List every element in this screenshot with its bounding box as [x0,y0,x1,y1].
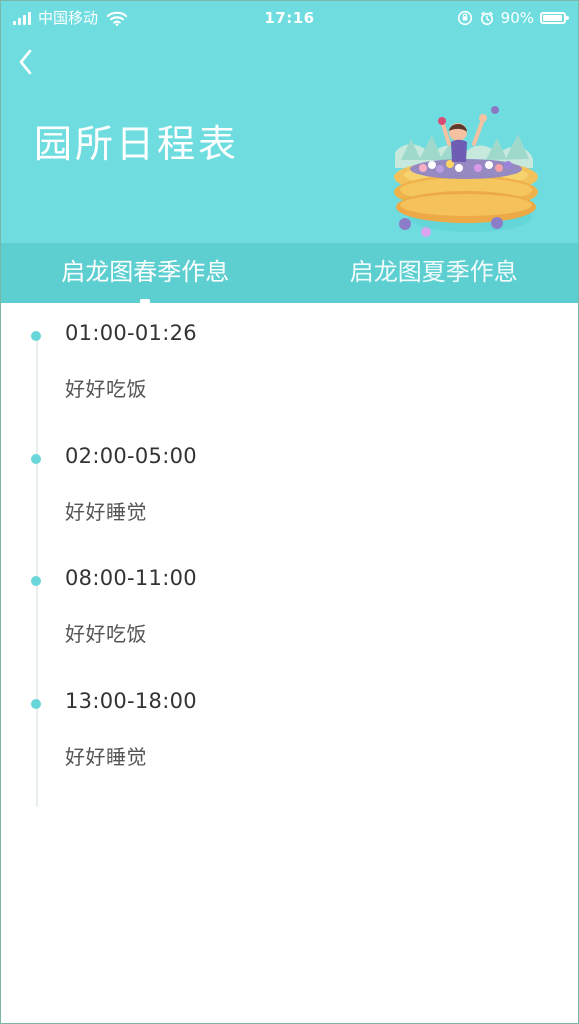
tab-bar: 启龙图春季作息 启龙图夏季作息 [1,243,578,303]
schedule-item: 02:00-05:00 好好睡觉 [1,426,578,546]
back-button[interactable] [13,45,39,79]
schedule-time: 13:00-18:00 [65,689,197,713]
tab-spring-schedule[interactable]: 启龙图春季作息 [1,243,290,303]
battery-percentage: 90% [500,9,534,27]
schedule-item: 01:00-01:26 好好吃饭 [1,303,578,423]
schedule-activity: 好好睡觉 [65,745,147,769]
schedule-time: 01:00-01:26 [65,321,197,345]
carrier-label: 中国移动 [38,9,99,27]
status-bar: 中国移动 17:16 90% [1,1,578,35]
battery-icon [540,12,569,24]
signal-icon [13,11,33,25]
app-screen: 中国移动 17:16 90% 园所日程表 启龙图春季作息 启龙图夏季作息 01:… [0,0,579,1024]
timeline-dot [31,699,41,709]
schedule-activity: 好好吃饭 [65,377,147,401]
tab-summer-schedule-label: 启龙图夏季作息 [349,258,518,286]
page-title: 园所日程表 [34,122,240,166]
schedule-list: 01:00-01:26 好好吃饭 02:00-05:00 好好睡觉 08:00-… [1,303,578,1023]
status-left: 中国移动 [13,1,128,35]
schedule-time: 02:00-05:00 [65,444,197,468]
header: 中国移动 17:16 90% 园所日程表 [1,1,578,243]
timeline-dot [31,576,41,586]
tab-spring-schedule-label: 启龙图春季作息 [61,258,230,286]
chevron-left-icon [19,49,32,75]
schedule-activity: 好好吃饭 [65,622,147,646]
schedule-item: 13:00-18:00 好好睡觉 [1,671,578,791]
wifi-icon [106,11,128,26]
status-right: 90% [457,1,569,35]
orientation-lock-icon [457,10,472,26]
alarm-icon [480,11,493,25]
schedule-item: 08:00-11:00 好好吃饭 [1,548,578,668]
schedule-activity: 好好睡觉 [65,500,147,524]
child-in-ball-pool-illustration [394,106,538,237]
timeline-dot [31,331,41,341]
tab-summer-schedule[interactable]: 启龙图夏季作息 [290,243,579,303]
timeline-dot [31,454,41,464]
schedule-time: 08:00-11:00 [65,566,197,590]
status-time: 17:16 [264,9,315,27]
